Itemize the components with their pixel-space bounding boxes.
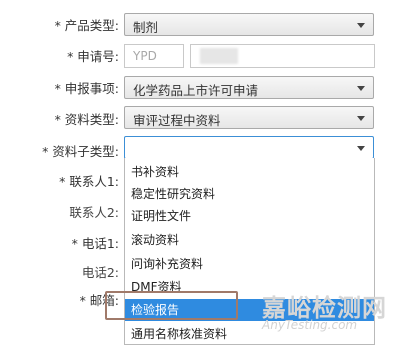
dropdown-option[interactable]: 书补资料 bbox=[125, 161, 374, 183]
dropdown-option[interactable]: 证明性文件 bbox=[125, 205, 374, 227]
application-prefix-text: YPD bbox=[133, 49, 157, 63]
document-type-label: * 资料类型: bbox=[54, 112, 119, 127]
document-subtype-label: * 资料子类型: bbox=[42, 144, 119, 159]
application-number-input[interactable] bbox=[190, 44, 375, 68]
declaration-item-label: * 申报事项: bbox=[54, 81, 119, 96]
document-subtype-select[interactable] bbox=[124, 136, 374, 159]
chevron-down-icon bbox=[357, 86, 365, 91]
declaration-item-select[interactable]: 化学药品上市许可申请 bbox=[124, 76, 374, 99]
product-type-select[interactable]: 制剂 bbox=[124, 13, 374, 36]
phone1-label: * 电话1: bbox=[71, 236, 119, 251]
redacted-block bbox=[200, 48, 238, 64]
application-no-label: * 申请号: bbox=[67, 49, 119, 64]
chevron-down-icon bbox=[357, 116, 365, 121]
dropdown-option[interactable]: 稳定性研究资料 bbox=[125, 183, 374, 205]
annotation-highlight-box bbox=[105, 291, 238, 320]
chevron-down-icon bbox=[357, 146, 365, 151]
declaration-item-value: 化学药品上市许可申请 bbox=[133, 83, 259, 98]
contact2-label: 联系人2: bbox=[69, 205, 119, 220]
dropdown-option[interactable]: 滚动资料 bbox=[125, 229, 374, 251]
product-type-value: 制剂 bbox=[133, 20, 159, 35]
product-type-label: * 产品类型: bbox=[54, 18, 119, 33]
contact1-label: * 联系人1: bbox=[59, 174, 119, 189]
phone2-label: 电话2: bbox=[81, 265, 119, 280]
chevron-down-icon bbox=[357, 23, 365, 28]
watermark-url: AnyTesting.com bbox=[262, 318, 358, 332]
document-type-value: 审评过程中资料 bbox=[133, 113, 221, 128]
dropdown-option[interactable]: 问询补充资料 bbox=[125, 253, 374, 275]
application-prefix-input[interactable]: YPD bbox=[124, 44, 184, 68]
document-type-select[interactable]: 审评过程中资料 bbox=[124, 106, 374, 129]
